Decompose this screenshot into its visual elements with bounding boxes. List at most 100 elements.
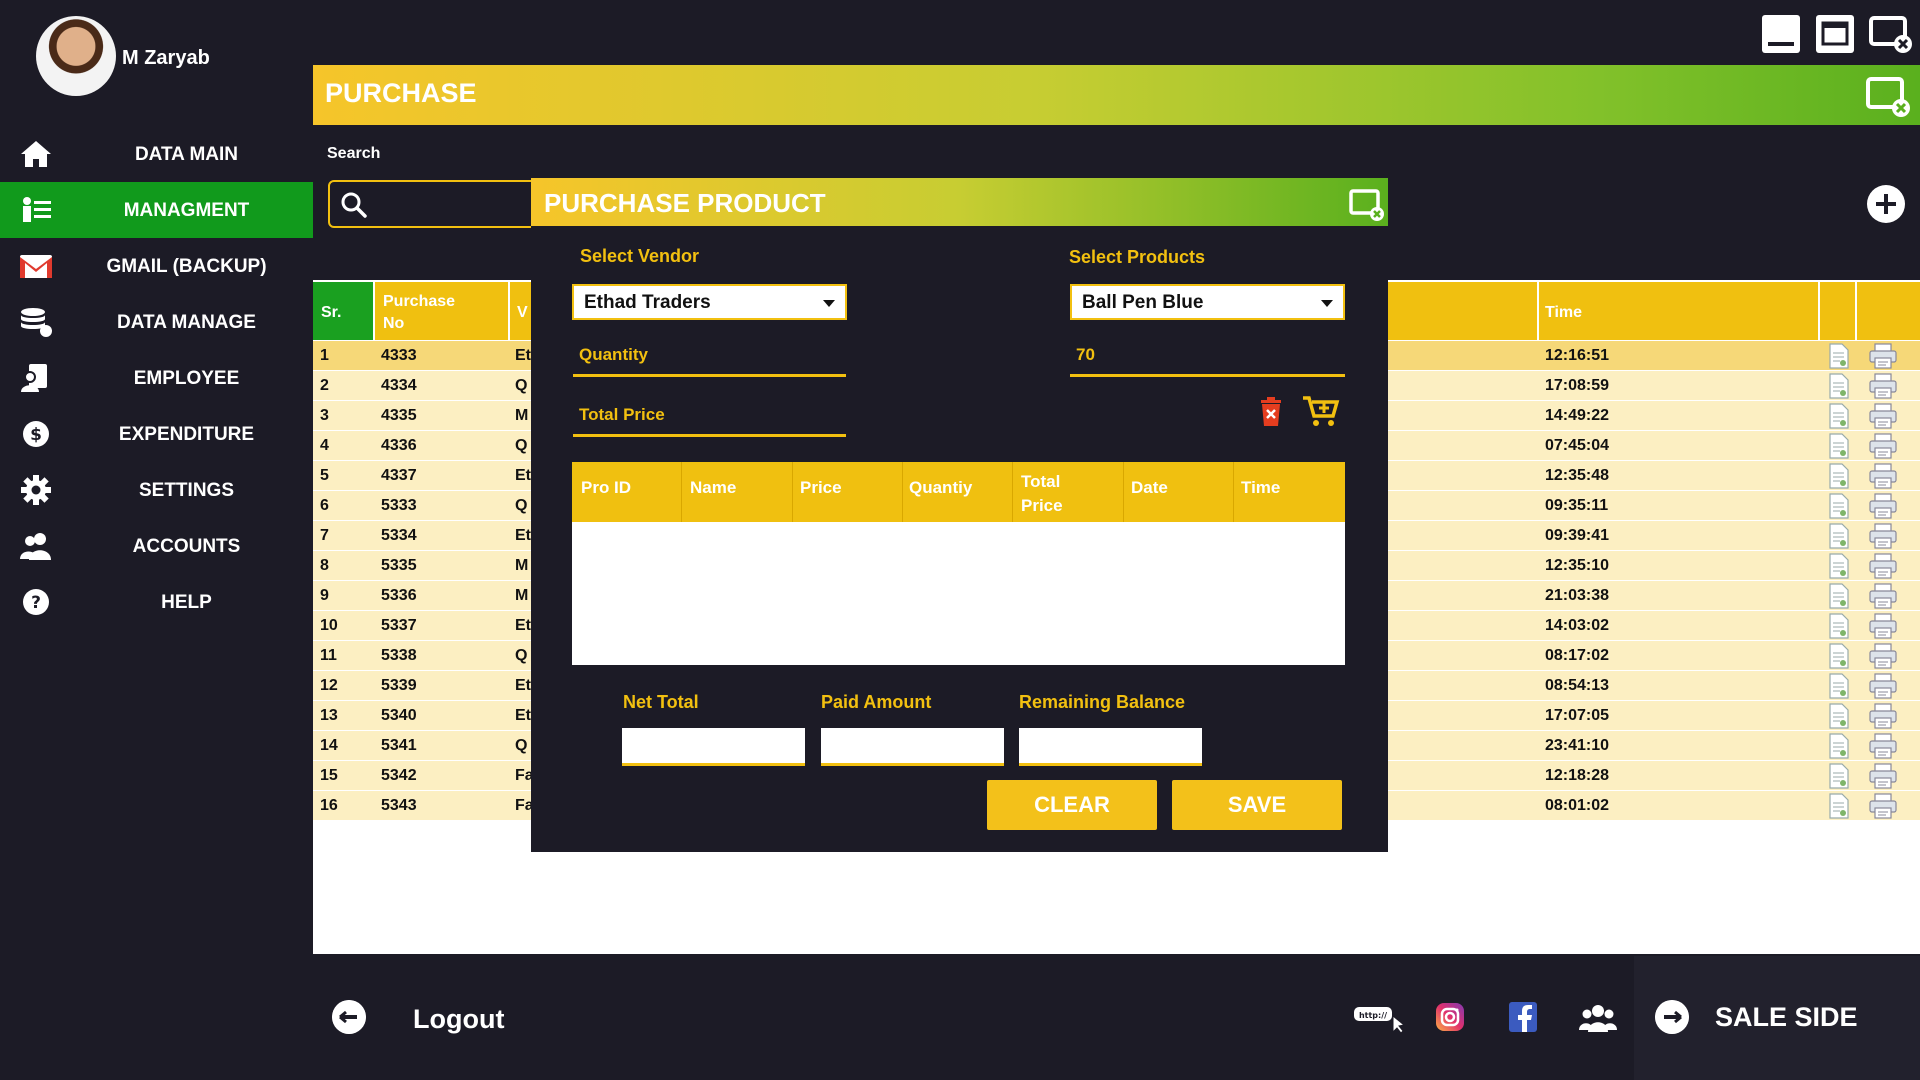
document-icon[interactable] [1828,733,1850,759]
cell-sr: 12 [320,677,338,694]
document-icon[interactable] [1828,703,1850,729]
cell-purchase-no: 4337 [381,467,417,484]
printer-icon[interactable] [1868,613,1898,639]
instagram-icon[interactable] [1435,1002,1465,1032]
document-icon[interactable] [1828,583,1850,609]
cell-purchase-no: 5343 [381,797,417,814]
column-divider [792,462,793,522]
close-window-icon[interactable] [1869,14,1915,54]
help-icon: ? [23,589,49,615]
column-divider [1012,462,1013,522]
cell-vendor: M [515,407,529,424]
cell-time: 12:35:10 [1545,557,1610,574]
printer-icon[interactable] [1868,733,1898,759]
nav-item-accounts[interactable]: ACCOUNTS [0,518,313,574]
vendor-label: Select Vendor [580,246,700,266]
nav-item-data-manage[interactable]: DATA MANAGE [0,294,313,350]
delete-icon[interactable] [1259,397,1283,427]
cell-sr: 6 [320,497,329,514]
document-icon[interactable] [1828,433,1850,459]
printer-icon[interactable] [1868,493,1898,519]
document-icon[interactable] [1828,553,1850,579]
header-divider [373,282,375,340]
paid-amount-input[interactable] [821,728,1004,766]
facebook-icon[interactable] [1509,1002,1537,1032]
printer-icon[interactable] [1868,373,1898,399]
cell-sr: 4 [320,437,329,454]
document-icon[interactable] [1828,373,1850,399]
save-button[interactable]: SAVE [1172,780,1342,830]
printer-icon[interactable] [1868,793,1898,819]
products-select[interactable]: Ball Pen Blue [1070,284,1345,320]
document-icon[interactable] [1828,613,1850,639]
nav-item-gmail-backup[interactable]: GMAIL (BACKUP) [0,238,313,294]
column-divider [1233,462,1234,522]
quantity-field[interactable]: Quantity [573,345,846,377]
products-label: Select Products [1069,247,1206,267]
printer-icon[interactable] [1868,553,1898,579]
printer-icon[interactable] [1868,583,1898,609]
cell-time: 14:03:02 [1545,617,1610,634]
cell-time: 17:07:05 [1545,707,1610,724]
printer-icon[interactable] [1868,523,1898,549]
header-divider [1537,282,1539,340]
header-divider [1855,282,1857,340]
nav-item-management[interactable]: MANAGMENT [0,182,313,238]
close-panel-icon[interactable] [1866,75,1912,119]
document-icon[interactable] [1828,343,1850,369]
quantity-value-field[interactable]: 70 [1070,345,1345,377]
maximize-icon[interactable] [1815,14,1855,54]
cell-vendor: Et [515,707,531,724]
cell-sr: 2 [320,377,329,394]
printer-icon[interactable] [1868,343,1898,369]
nav-item-employee[interactable]: EMPLOYEE [0,350,313,406]
column-header-pro-id: Pro ID [581,478,632,497]
document-icon[interactable] [1828,493,1850,519]
document-icon[interactable] [1828,523,1850,549]
document-icon[interactable] [1828,763,1850,789]
column-header-price: Price [800,478,842,497]
printer-icon[interactable] [1868,673,1898,699]
nav-item-expenditure[interactable]: $ EXPENDITURE [0,406,313,462]
cell-sr: 14 [320,737,338,754]
vendor-select[interactable]: Ethad Traders [572,284,847,320]
printer-icon[interactable] [1868,703,1898,729]
nav-item-settings[interactable]: SETTINGS [0,462,313,518]
document-icon[interactable] [1828,463,1850,489]
column-header-sr: Sr. [321,304,342,321]
nav-label: ACCOUNTS [132,536,241,557]
close-dialog-icon[interactable] [1349,188,1385,222]
document-icon[interactable] [1828,643,1850,669]
printer-icon[interactable] [1868,463,1898,489]
arrow-left-icon [332,1000,366,1034]
document-icon[interactable] [1828,403,1850,429]
quantity-value: 70 [1076,345,1095,364]
nav-item-help[interactable]: ? HELP [0,574,313,630]
add-button[interactable] [1867,185,1905,223]
nav-item-data-main[interactable]: DATA MAIN [0,126,313,182]
cell-time: 07:45:04 [1545,437,1610,454]
remaining-balance-input[interactable] [1019,728,1202,766]
header-divider [508,282,510,340]
net-total-input[interactable] [622,728,805,766]
document-icon[interactable] [1828,673,1850,699]
total-price-field[interactable]: Total Price [573,405,846,437]
minimize-icon[interactable] [1761,14,1801,54]
cell-purchase-no: 5341 [381,737,417,754]
cell-vendor: Et [515,677,531,694]
printer-icon[interactable] [1868,763,1898,789]
printer-icon[interactable] [1868,433,1898,459]
document-icon[interactable] [1828,793,1850,819]
cell-purchase-no: 4335 [381,407,417,424]
community-icon[interactable] [1579,1004,1617,1032]
clear-button[interactable]: CLEAR [987,780,1157,830]
cell-time: 21:03:38 [1545,587,1610,604]
dollar-icon: $ [23,421,49,447]
add-to-cart-icon[interactable] [1302,394,1340,428]
cell-vendor: Et [515,527,531,544]
website-link-icon[interactable]: http:// [1353,1004,1405,1034]
cell-sr: 11 [320,647,337,664]
printer-icon[interactable] [1868,403,1898,429]
printer-icon[interactable] [1868,643,1898,669]
cell-purchase-no: 5338 [381,647,417,664]
